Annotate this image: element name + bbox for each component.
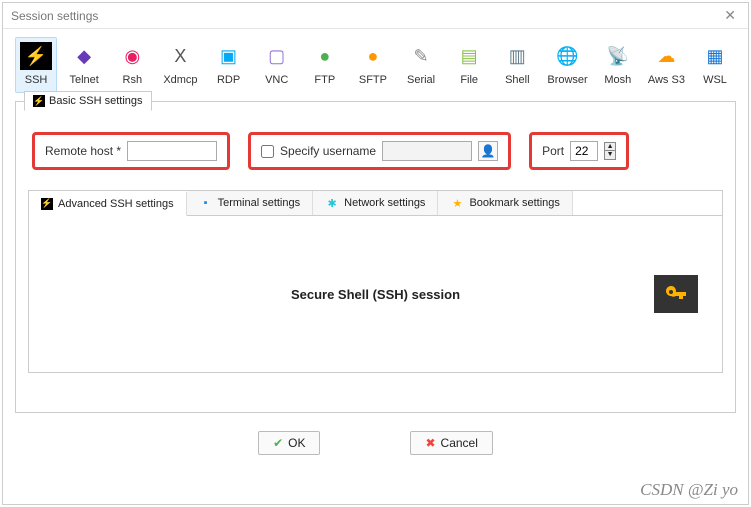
titlebar: Session settings ✕ xyxy=(3,3,748,29)
vnc-icon: ▢ xyxy=(261,42,293,70)
specify-username-checkbox[interactable] xyxy=(261,145,274,158)
awss3-icon: ☁ xyxy=(650,42,682,70)
protocol-label: RDP xyxy=(211,74,247,86)
protocol-rsh[interactable]: ◉ Rsh xyxy=(111,37,153,93)
port-label: Port xyxy=(542,144,564,158)
protocol-label: Serial xyxy=(403,74,439,86)
serial-icon: ✎ xyxy=(405,42,437,70)
protocol-serial[interactable]: ✎ Serial xyxy=(400,37,442,93)
protocol-label: Mosh xyxy=(600,74,636,86)
protocol-shell[interactable]: ▥ Shell xyxy=(496,37,538,93)
browser-icon: 🌐 xyxy=(552,42,584,70)
subtab-label: Terminal settings xyxy=(218,197,301,209)
dialog-window: Session settings ✕ ⚡ SSH ◆ Telnet ◉ Rsh X Xdmcp… xyxy=(2,2,749,505)
close-icon[interactable]: ✕ xyxy=(720,7,740,24)
user-picker-button[interactable]: 👤 xyxy=(478,141,498,161)
telnet-icon: ◆ xyxy=(68,42,100,70)
file-icon: ▤ xyxy=(453,42,485,70)
basic-fields-row: Remote host * Specify username 👤 Port ▲▼ xyxy=(16,102,735,182)
protocol-ssh[interactable]: ⚡ SSH xyxy=(15,37,57,93)
port-input[interactable] xyxy=(570,141,598,161)
protocol-rdp[interactable]: ▣ RDP xyxy=(208,37,250,93)
subtab-network[interactable]: ✱ Network settings xyxy=(313,191,438,215)
protocol-label: Telnet xyxy=(66,74,102,86)
protocol-sftp[interactable]: ● SFTP xyxy=(352,37,394,93)
subtab-label: Advanced SSH settings xyxy=(58,198,174,210)
session-title: Secure Shell (SSH) session xyxy=(291,287,460,302)
subtab-advanced[interactable]: ⚡ Advanced SSH settings xyxy=(29,192,187,216)
protocol-label: Rsh xyxy=(114,74,150,86)
subtab-bookmark[interactable]: ★ Bookmark settings xyxy=(438,191,572,215)
protocol-file[interactable]: ▤ File xyxy=(448,37,490,93)
spinner-up-icon[interactable]: ▲ xyxy=(605,143,615,151)
rsh-icon: ◉ xyxy=(116,42,148,70)
protocol-label: SSH xyxy=(18,74,54,86)
cancel-icon: ✖ xyxy=(425,436,435,450)
protocol-label: File xyxy=(451,74,487,86)
xdmcp-icon: X xyxy=(164,42,196,70)
port-group: Port ▲▼ xyxy=(529,132,629,170)
remote-host-input[interactable] xyxy=(127,141,217,161)
ok-label: OK xyxy=(288,436,305,450)
sftp-icon: ● xyxy=(357,42,389,70)
cancel-button[interactable]: ✖ Cancel xyxy=(410,431,492,455)
network-icon: ✱ xyxy=(325,196,339,210)
protocol-label: SFTP xyxy=(355,74,391,86)
protocol-wsl[interactable]: ▦ WSL xyxy=(694,37,736,93)
window-title: Session settings xyxy=(11,9,720,23)
protocol-xdmcp[interactable]: X Xdmcp xyxy=(159,37,201,93)
mosh-icon: 📡 xyxy=(602,42,634,70)
protocol-label: Xdmcp xyxy=(162,74,198,86)
subtab-terminal[interactable]: ▪ Terminal settings xyxy=(187,191,314,215)
username-group: Specify username 👤 xyxy=(248,132,511,170)
bookmark-icon: ★ xyxy=(450,196,464,210)
ftp-icon: ● xyxy=(309,42,341,70)
subtab-label: Bookmark settings xyxy=(469,197,559,209)
basic-ssh-tab[interactable]: ⚡ Basic SSH settings xyxy=(24,91,152,111)
shell-icon: ▥ xyxy=(501,42,533,70)
key-icon xyxy=(654,275,698,313)
protocol-mosh[interactable]: 📡 Mosh xyxy=(597,37,639,93)
cancel-label: Cancel xyxy=(441,436,478,450)
check-icon: ✔ xyxy=(273,436,283,450)
specify-username-label: Specify username xyxy=(280,144,376,158)
rdp-icon: ▣ xyxy=(213,42,245,70)
protocol-toolbar: ⚡ SSH ◆ Telnet ◉ Rsh X Xdmcp ▣ RDP ▢ VNC ● FTP ● SFTP ✎ S… xyxy=(3,29,748,97)
protocol-ftp[interactable]: ● FTP xyxy=(304,37,346,93)
ssh-icon: ⚡ xyxy=(20,42,52,70)
protocol-label: VNC xyxy=(259,74,295,86)
ok-button[interactable]: ✔ OK xyxy=(258,431,320,455)
protocol-awss3[interactable]: ☁ Aws S3 xyxy=(645,37,688,93)
protocol-label: FTP xyxy=(307,74,343,86)
session-body: Secure Shell (SSH) session xyxy=(29,216,722,372)
basic-settings-panel: ⚡ Basic SSH settings Remote host * Speci… xyxy=(15,101,736,413)
username-input[interactable] xyxy=(382,141,472,161)
remote-host-label: Remote host * xyxy=(45,144,121,158)
wsl-icon: ▦ xyxy=(699,42,731,70)
lightning-icon: ⚡ xyxy=(41,198,53,210)
dialog-buttons: ✔ OK ✖ Cancel xyxy=(3,421,748,467)
subtab-label: Network settings xyxy=(344,197,425,209)
protocol-telnet[interactable]: ◆ Telnet xyxy=(63,37,105,93)
watermark-text: CSDN @Zi yo xyxy=(640,480,738,500)
spinner-down-icon[interactable]: ▼ xyxy=(605,151,615,159)
lightning-icon: ⚡ xyxy=(33,95,45,107)
protocol-label: Shell xyxy=(499,74,535,86)
port-spinner[interactable]: ▲▼ xyxy=(604,142,616,160)
protocol-label: Browser xyxy=(547,74,587,86)
protocol-label: Aws S3 xyxy=(648,74,685,86)
sub-settings-panel: ⚡ Advanced SSH settings ▪ Terminal settings… xyxy=(28,190,723,373)
protocol-vnc[interactable]: ▢ VNC xyxy=(256,37,298,93)
terminal-icon: ▪ xyxy=(199,196,213,210)
remote-host-group: Remote host * xyxy=(32,132,230,170)
protocol-browser[interactable]: 🌐 Browser xyxy=(544,37,590,93)
protocol-label: WSL xyxy=(697,74,733,86)
sub-settings-tabs: ⚡ Advanced SSH settings ▪ Terminal settings… xyxy=(29,191,722,216)
basic-tab-label: Basic SSH settings xyxy=(49,95,143,107)
